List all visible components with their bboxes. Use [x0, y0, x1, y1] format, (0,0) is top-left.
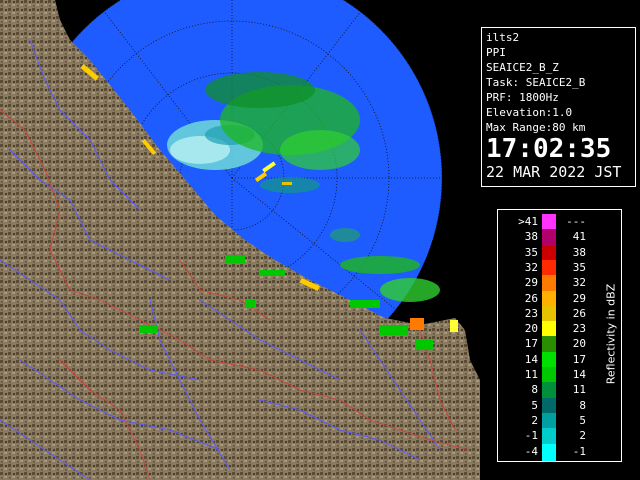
- legend-upper-bound: 11: [572, 383, 586, 397]
- legend-title: Reflectivity in dBZ: [604, 214, 618, 454]
- legend-upper-bound: 26: [572, 306, 586, 320]
- legend-lower-bound: 5: [531, 398, 538, 412]
- legend-lower-bound: >41: [518, 215, 538, 228]
- legend-upper-bound: 41: [572, 230, 586, 244]
- scan-type: PPI: [486, 46, 506, 59]
- legend-lower-bound: -1: [524, 429, 538, 443]
- legend-upper-bound: 17: [572, 352, 586, 366]
- legend-upper-bound: 5: [579, 413, 586, 427]
- scan-info-panel: ilts2 PPI SEAICE2_B_Z Task: SEAICE2_B PR…: [481, 27, 636, 187]
- scan-date: 22 MAR 2022 JST: [486, 163, 622, 181]
- scan-time: 17:02:35: [486, 134, 612, 164]
- legend-upper-bound: 14: [572, 368, 586, 381]
- legend-lower-bound: 8: [531, 383, 538, 397]
- legend-upper-bound: 38: [572, 245, 586, 259]
- prf-value: PRF: 1800Hz: [486, 91, 559, 104]
- legend-lower-bound: 29: [524, 276, 538, 290]
- legend-upper-bound: 32: [572, 276, 586, 290]
- legend-upper-bound: 35: [572, 260, 586, 274]
- max-range-value: Max Range:80 km: [486, 121, 586, 134]
- legend-lower-bound: -4: [524, 444, 538, 458]
- legend-lower-bound: 14: [524, 352, 538, 366]
- legend-upper-bound: 23: [572, 322, 586, 336]
- legend-upper-bound: 2: [579, 429, 586, 443]
- legend-lower-bound: 2: [531, 413, 538, 427]
- task-name: Task: SEAICE2_B: [486, 76, 586, 89]
- radar-map: [0, 0, 480, 480]
- legend-lower-bound: 35: [524, 245, 538, 259]
- legend-color-swatch: [542, 443, 556, 461]
- legend-row: -4 -1: [498, 443, 621, 461]
- reflectivity-legend: >41 --- 38 41 35 38 32 35 29 32 26 29 23 26 20 23 17 20 14…: [497, 209, 622, 462]
- legend-lower-bound: 11: [524, 368, 538, 381]
- legend-upper-bound: -1: [572, 444, 586, 458]
- legend-lower-bound: 23: [524, 306, 538, 320]
- site-name: ilts2: [486, 31, 520, 44]
- legend-lower-bound: 26: [524, 291, 538, 305]
- product-name: SEAICE2_B_Z: [486, 61, 559, 74]
- legend-title-text: Reflectivity in dBZ: [604, 283, 618, 385]
- legend-lower-bound: 32: [524, 260, 538, 274]
- legend-upper-bound: 29: [572, 291, 586, 305]
- legend-upper-bound: ---: [566, 215, 586, 228]
- legend-lower-bound: 38: [524, 230, 538, 244]
- legend-lower-bound: 20: [524, 322, 538, 336]
- legend-upper-bound: 20: [572, 337, 586, 351]
- legend-upper-bound: 8: [579, 398, 586, 412]
- elevation-value: Elevation:1.0: [486, 106, 573, 119]
- legend-lower-bound: 17: [524, 337, 538, 351]
